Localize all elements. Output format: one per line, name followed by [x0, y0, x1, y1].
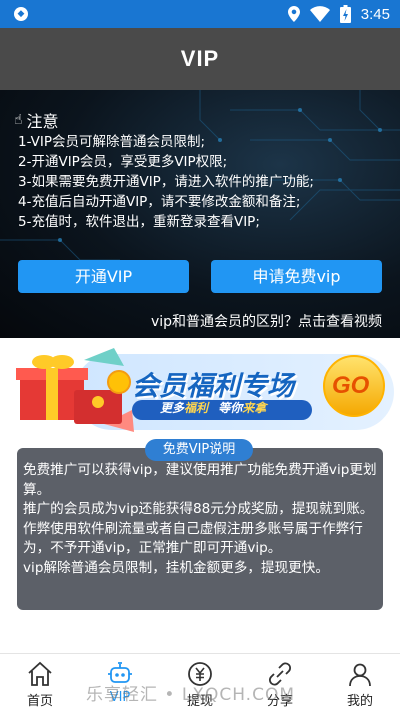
nav-item-profile[interactable]: 我的 [320, 654, 400, 712]
nav-label-profile: 我的 [346, 694, 373, 709]
status-indicators: 3:45 [287, 4, 390, 24]
banner-slogan-welfare: 福利 [184, 401, 209, 415]
status-time: 3:45 [360, 5, 390, 23]
info-paragraph: 推广的会员成为vip还能获得88元分成奖励，提现就到账。 [23, 501, 374, 517]
vip-difference-video-link[interactable]: vip和普通会员的区别？点击查看视频 [151, 311, 382, 331]
notice-section: ☝ 注意 1-VIP会员可解除普通会员限制; 2-开通VIP会员，享受更多VIP… [0, 90, 400, 338]
nav-item-home[interactable]: 首页 [0, 654, 80, 712]
watermark: 乐享轻汇 • LXQCH.COM [86, 685, 296, 705]
info-paragraph: 免费推广可以获得vip，建议使用推广功能免费开通vip更划算。 [23, 462, 377, 498]
notice-item: 5-充值时，软件退出，重新登录查看VIP; [18, 214, 260, 230]
banner-slogan-mid: 等你 [218, 401, 243, 415]
status-bar: ◆ 3:45 [0, 0, 400, 28]
notice-list: 1-VIP会员可解除普通会员限制; 2-开通VIP会员，享受更多VIP权限; 3… [18, 132, 314, 232]
notice-item: 1-VIP会员可解除普通会员限制; [18, 134, 206, 150]
notice-title-text: 注意 [26, 112, 59, 131]
banner-title: 会员福利专场 [132, 371, 294, 402]
notice-item: 4-充值后自动开通VIP，请不要修改金额和备注; [18, 194, 301, 210]
notice-item: 3-如果需要免费开通VIP，请进入软件的推广功能; [18, 174, 314, 190]
notification-shield-icon: ◆ [14, 7, 28, 21]
apply-free-vip-button[interactable]: 申请免费vip [211, 260, 382, 293]
notice-item: 2-开通VIP会员，享受更多VIP权限; [18, 154, 228, 170]
notice-title: ☝ 注意 [14, 108, 59, 132]
free-vip-info-text: 免费推广可以获得vip，建议使用推广功能免费开通vip更划算。 推广的会员成为v… [23, 461, 379, 578]
info-paragraph: vip解除普通会员限制，挂机金额更多，提现更快。 [23, 559, 329, 576]
info-paragraph: 作弊使用软件刷流量或者自己虚假注册多账号属于作弊行为，不予开通vip，正常推广即… [23, 520, 363, 557]
profile-icon [349, 663, 371, 687]
member-welfare-banner[interactable]: 会员福利专场 更多福利 等你来拿 GO [14, 340, 394, 438]
free-vip-info-box: 免费推广可以获得vip，建议使用推广功能免费开通vip更划算。 推广的会员成为v… [17, 448, 383, 610]
banner-slogan-prefix: 更多 [160, 401, 185, 415]
open-vip-button[interactable]: 开通VIP [18, 260, 189, 293]
battery-icon [339, 5, 351, 23]
home-icon [28, 661, 52, 686]
banner-go-label: GO [332, 372, 370, 399]
free-vip-info-label: 免费VIP说明 [145, 439, 253, 461]
pointing-hand-icon: ☝ [14, 112, 23, 128]
banner-slogan: 更多福利 等你来拿 [160, 399, 266, 416]
title-bar: VIP [0, 28, 400, 90]
wifi-icon [309, 6, 330, 22]
page-title: VIP [180, 46, 220, 71]
red-envelope-icon [74, 390, 122, 424]
location-icon [287, 6, 300, 22]
coin-icon [107, 370, 131, 394]
nav-label-home: 首页 [26, 694, 53, 709]
banner-slogan-end: 来拿 [242, 401, 267, 415]
